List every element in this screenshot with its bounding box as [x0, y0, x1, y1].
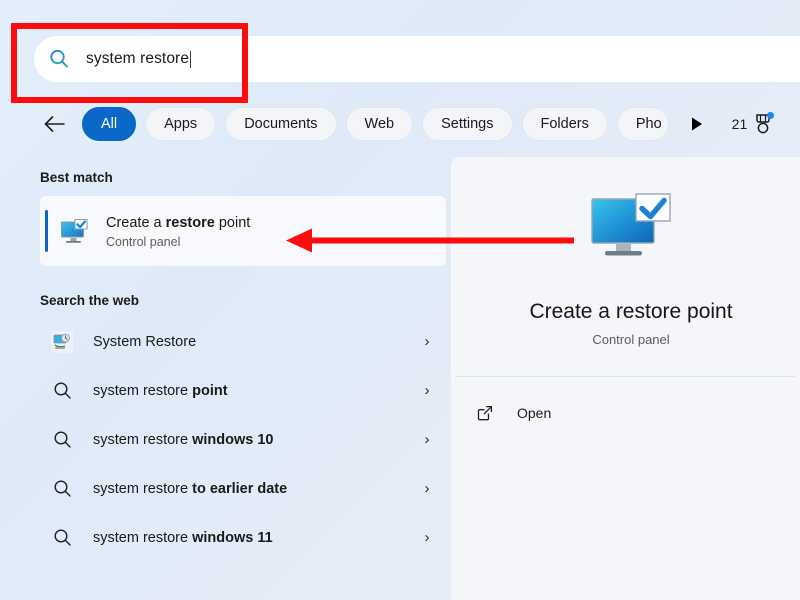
search-icon [50, 379, 74, 403]
open-external-icon [475, 403, 495, 423]
chevron-right-icon: › [420, 431, 434, 448]
label-plain: system restore [93, 481, 192, 497]
search-bar: system restore [0, 36, 800, 82]
list-item[interactable]: system restore windows 11 › [40, 513, 446, 562]
tab-settings[interactable]: Settings [422, 107, 512, 141]
divider [455, 376, 795, 377]
title-prefix: Create a [106, 215, 166, 231]
best-match-text: Create a restore point Control panel [106, 214, 250, 249]
open-action-label: Open [517, 405, 551, 421]
label-bold: to earlier date [192, 481, 287, 497]
chevron-right-icon: › [420, 333, 434, 350]
play-triangle-icon[interactable] [688, 115, 706, 133]
tab-folders[interactable]: Folders [522, 107, 608, 141]
best-match-heading: Best match [40, 170, 438, 185]
preview-panel: Create a restore point Control panel Ope… [451, 157, 800, 600]
medal-icon [753, 113, 773, 135]
chevron-right-icon: › [420, 382, 434, 399]
list-item[interactable]: system restore point › [40, 366, 446, 415]
label-plain: system restore [93, 530, 192, 546]
label-plain: System Restore [93, 334, 196, 350]
list-item-label: system restore to earlier date [93, 481, 420, 497]
list-item[interactable]: System Restore › [40, 317, 446, 366]
list-item-label: system restore point [93, 383, 420, 399]
label-bold: windows 11 [192, 530, 273, 546]
tab-web[interactable]: Web [346, 107, 414, 141]
list-item[interactable]: system restore to earlier date › [40, 464, 446, 513]
label-plain: system restore [93, 383, 192, 399]
windows-search-panel: system restore All Apps Documents Web Se… [0, 0, 800, 600]
search-input[interactable]: system restore [34, 36, 800, 82]
system-restore-icon [50, 330, 74, 354]
list-item[interactable]: system restore windows 10 › [40, 415, 446, 464]
open-action[interactable]: Open [475, 395, 800, 431]
filter-tabs: All Apps Documents Web Settings Folders … [0, 103, 800, 145]
back-arrow-icon[interactable] [42, 111, 68, 137]
monitor-check-large-icon [583, 191, 679, 270]
tab-apps[interactable]: Apps [145, 107, 216, 141]
search-icon [50, 477, 74, 501]
search-icon [48, 48, 70, 70]
preview-icon-wrap [451, 191, 800, 270]
title-suffix: point [215, 215, 250, 231]
list-item-label: system restore windows 10 [93, 432, 420, 448]
best-match-subtitle: Control panel [106, 235, 250, 249]
list-item-label: System Restore [93, 334, 420, 350]
monitor-check-icon [58, 215, 90, 247]
label-bold: windows 10 [192, 432, 273, 448]
results-pane: Best match [0, 152, 450, 600]
chevron-right-icon: › [420, 480, 434, 497]
search-icon [50, 526, 74, 550]
preview-title: Create a restore point [451, 300, 800, 324]
best-match-title: Create a restore point [106, 214, 250, 232]
text-caret [190, 51, 191, 68]
best-match-item[interactable]: Create a restore point Control panel [40, 196, 446, 266]
rewards-points-value: 21 [732, 116, 748, 132]
selection-indicator [45, 210, 48, 252]
rewards-points[interactable]: 21 [732, 113, 774, 135]
search-the-web-heading: Search the web [40, 293, 438, 308]
label-plain: system restore [93, 432, 192, 448]
title-bold: restore [166, 215, 215, 231]
tab-photos[interactable]: Pho [617, 107, 669, 141]
tab-all[interactable]: All [82, 107, 136, 141]
label-bold: point [192, 383, 227, 399]
search-input-value: system restore [86, 50, 189, 68]
search-icon [50, 428, 74, 452]
list-item-label: system restore windows 11 [93, 530, 420, 546]
preview-subtitle: Control panel [451, 332, 800, 347]
chevron-right-icon: › [420, 529, 434, 546]
tab-documents[interactable]: Documents [225, 107, 336, 141]
